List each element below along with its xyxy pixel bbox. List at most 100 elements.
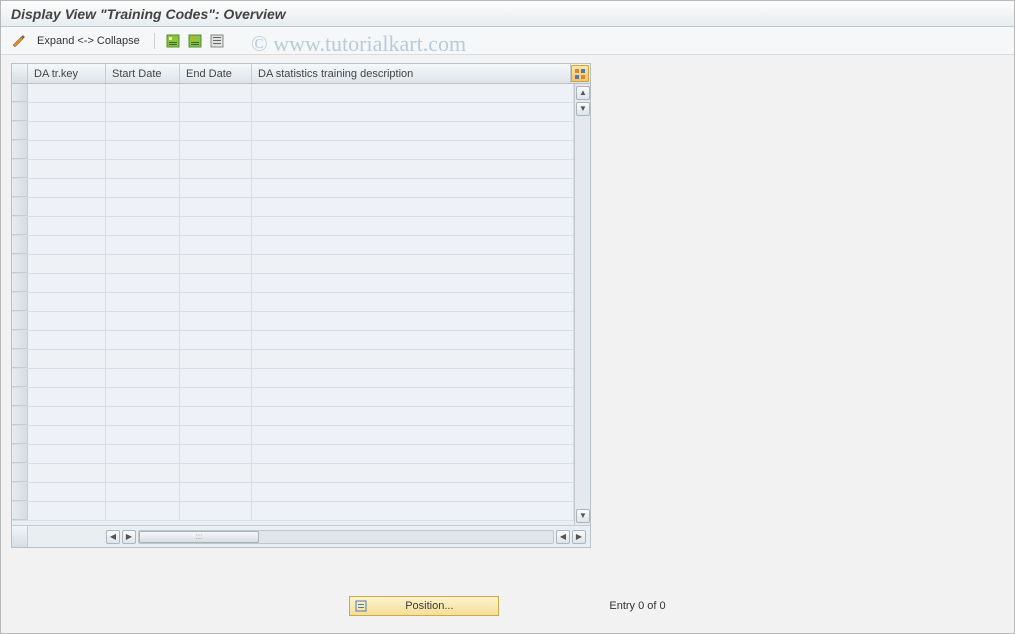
cell-start-date[interactable] (106, 198, 180, 216)
scroll-down-end-button[interactable]: ▼ (576, 509, 590, 523)
cell-end-date[interactable] (180, 407, 252, 425)
cell-description[interactable] (252, 141, 574, 159)
cell-description[interactable] (252, 502, 574, 520)
column-header-start-date[interactable]: Start Date (106, 64, 180, 83)
cell-description[interactable] (252, 388, 574, 406)
cell-start-date[interactable] (106, 274, 180, 292)
table-row[interactable] (12, 84, 574, 103)
cell-description[interactable] (252, 179, 574, 197)
table-row[interactable] (12, 331, 574, 350)
expand-collapse-button[interactable]: Expand <-> Collapse (33, 35, 144, 47)
cell-end-date[interactable] (180, 236, 252, 254)
cell-da-trkey[interactable] (28, 369, 106, 387)
cell-start-date[interactable] (106, 236, 180, 254)
row-selector[interactable] (12, 502, 28, 520)
row-selector[interactable] (12, 255, 28, 273)
cell-start-date[interactable] (106, 445, 180, 463)
cell-description[interactable] (252, 369, 574, 387)
cell-end-date[interactable] (180, 103, 252, 121)
cell-da-trkey[interactable] (28, 198, 106, 216)
cell-da-trkey[interactable] (28, 464, 106, 482)
position-button[interactable]: Position... (349, 596, 499, 616)
cell-end-date[interactable] (180, 255, 252, 273)
cell-description[interactable] (252, 198, 574, 216)
cell-end-date[interactable] (180, 312, 252, 330)
column-header-end-date[interactable]: End Date (180, 64, 252, 83)
cell-da-trkey[interactable] (28, 141, 106, 159)
cell-end-date[interactable] (180, 274, 252, 292)
cell-da-trkey[interactable] (28, 331, 106, 349)
row-selector[interactable] (12, 122, 28, 140)
cell-description[interactable] (252, 103, 574, 121)
table-row[interactable] (12, 426, 574, 445)
cell-end-date[interactable] (180, 464, 252, 482)
column-header-da-trkey[interactable]: DA tr.key (28, 64, 106, 83)
select-block-icon[interactable] (187, 33, 203, 49)
row-selector[interactable] (12, 464, 28, 482)
cell-start-date[interactable] (106, 84, 180, 102)
cell-end-date[interactable] (180, 426, 252, 444)
cell-description[interactable] (252, 350, 574, 368)
scroll-up-end-button[interactable]: ▲ (576, 86, 590, 100)
column-header-description[interactable]: DA statistics training description (252, 64, 571, 83)
cell-end-date[interactable] (180, 388, 252, 406)
table-row[interactable] (12, 179, 574, 198)
table-row[interactable] (12, 502, 574, 521)
cell-description[interactable] (252, 122, 574, 140)
cell-start-date[interactable] (106, 160, 180, 178)
cell-da-trkey[interactable] (28, 255, 106, 273)
vertical-scrollbar[interactable]: ▲ ▼ ▲ ▼ (574, 84, 590, 525)
scroll-down-button[interactable]: ▼ (576, 102, 590, 116)
table-row[interactable] (12, 464, 574, 483)
cell-da-trkey[interactable] (28, 217, 106, 235)
table-row[interactable] (12, 312, 574, 331)
row-selector-header[interactable] (12, 64, 28, 83)
cell-start-date[interactable] (106, 122, 180, 140)
table-row[interactable] (12, 388, 574, 407)
cell-start-date[interactable] (106, 103, 180, 121)
cell-start-date[interactable] (106, 255, 180, 273)
cell-da-trkey[interactable] (28, 483, 106, 501)
cell-end-date[interactable] (180, 122, 252, 140)
table-row[interactable] (12, 483, 574, 502)
display-change-toggle-icon[interactable] (11, 33, 27, 49)
table-row[interactable] (12, 445, 574, 464)
cell-description[interactable] (252, 464, 574, 482)
row-selector[interactable] (12, 369, 28, 387)
cell-start-date[interactable] (106, 464, 180, 482)
table-row[interactable] (12, 198, 574, 217)
cell-description[interactable] (252, 312, 574, 330)
cell-description[interactable] (252, 331, 574, 349)
cell-description[interactable] (252, 160, 574, 178)
cell-da-trkey[interactable] (28, 103, 106, 121)
row-selector[interactable] (12, 179, 28, 197)
horizontal-scrollbar[interactable]: ◀ ▶ ::: ◀ ▶ (106, 529, 590, 545)
cell-description[interactable] (252, 293, 574, 311)
cell-da-trkey[interactable] (28, 293, 106, 311)
hscroll-thumb[interactable]: ::: (139, 531, 259, 543)
row-selector[interactable] (12, 274, 28, 292)
cell-end-date[interactable] (180, 160, 252, 178)
cell-start-date[interactable] (106, 407, 180, 425)
hscroll-track[interactable]: ::: (138, 530, 554, 544)
cell-description[interactable] (252, 274, 574, 292)
table-row[interactable] (12, 217, 574, 236)
row-selector[interactable] (12, 103, 28, 121)
cell-end-date[interactable] (180, 502, 252, 520)
cell-da-trkey[interactable] (28, 122, 106, 140)
cell-start-date[interactable] (106, 141, 180, 159)
cell-end-date[interactable] (180, 198, 252, 216)
cell-description[interactable] (252, 445, 574, 463)
table-row[interactable] (12, 293, 574, 312)
table-row[interactable] (12, 141, 574, 160)
cell-start-date[interactable] (106, 293, 180, 311)
cell-da-trkey[interactable] (28, 312, 106, 330)
row-selector[interactable] (12, 426, 28, 444)
cell-description[interactable] (252, 407, 574, 425)
cell-description[interactable] (252, 217, 574, 235)
cell-start-date[interactable] (106, 369, 180, 387)
cell-start-date[interactable] (106, 331, 180, 349)
scroll-left-end-button[interactable]: ◀ (556, 530, 570, 544)
row-selector[interactable] (12, 445, 28, 463)
cell-da-trkey[interactable] (28, 179, 106, 197)
